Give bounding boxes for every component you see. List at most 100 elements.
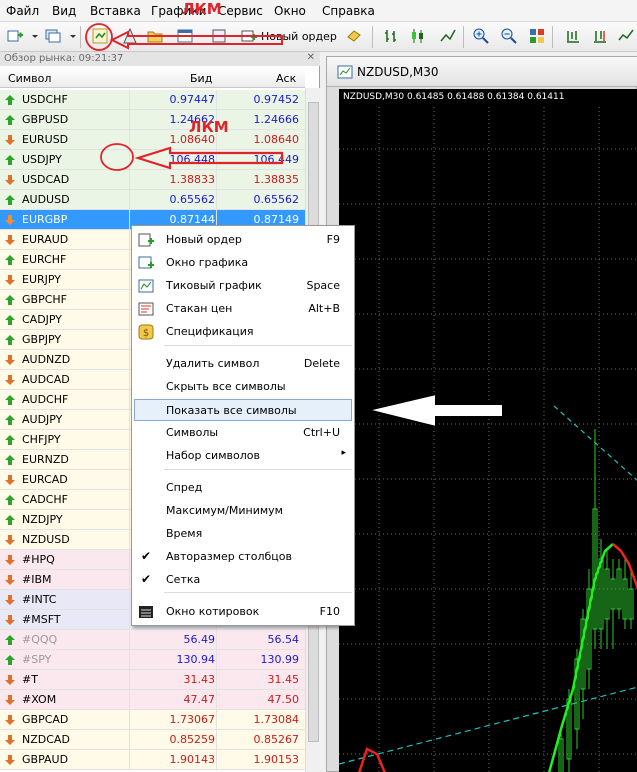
table-row[interactable]: GBPUSD 1.24662 1.24666 <box>0 110 305 130</box>
annotation-label-top: ЛКМ <box>182 0 222 18</box>
chart-window[interactable]: NZDUSD,M30 NZDUSD,M30 0.61485 0.61488 0.… <box>326 56 637 772</box>
menu-item[interactable]: $ Спецификация <box>132 321 354 343</box>
column-symbol[interactable]: Символ <box>8 72 51 85</box>
chart-shift-icon[interactable] <box>564 27 582 45</box>
arrow-down-icon <box>5 275 15 285</box>
bid-price: 1.73067 <box>169 713 216 726</box>
column-bid[interactable]: Бид <box>190 72 212 85</box>
indicators-icon[interactable] <box>617 27 635 45</box>
new-chart-icon[interactable] <box>6 27 24 45</box>
menu-item[interactable]: Время <box>132 523 354 545</box>
arrow-up-icon <box>5 495 15 505</box>
arrow-up-icon <box>5 655 15 665</box>
symbol-name: NZDJPY <box>22 513 63 526</box>
data-window-icon[interactable] <box>121 27 139 45</box>
menu-item[interactable]: ✔ Сетка <box>132 569 354 591</box>
bid-price: 31.43 <box>183 673 216 686</box>
strategy-tester-icon[interactable] <box>210 27 228 45</box>
arrow-down-icon <box>5 595 15 605</box>
menu-help[interactable]: Справка <box>322 4 375 18</box>
bid-price: 1.38833 <box>169 173 216 186</box>
menu-tools[interactable]: Сервис <box>218 4 263 18</box>
profiles-icon[interactable] <box>44 27 62 45</box>
annotation-label-left: ЛКМ <box>189 118 229 136</box>
chevron-down-icon[interactable] <box>26 27 38 45</box>
symbol-name: EURCHF <box>22 253 67 266</box>
symbol-name: GBPJPY <box>22 333 62 346</box>
menu-item[interactable]: Новый ордер F9 <box>132 229 354 251</box>
table-row[interactable]: USDCHF 0.97447 0.97452 <box>0 90 305 110</box>
price-chart[interactable]: NZDUSD,M30 0.61485 0.61488 0.61384 0.614… <box>339 89 637 772</box>
symbol-name: EURJPY <box>22 273 61 286</box>
table-row[interactable]: GBPCAD 1.73067 1.73084 <box>0 710 305 730</box>
chart-title: NZDUSD,M30 <box>357 65 439 79</box>
new-order-icon[interactable] <box>240 27 258 45</box>
menu-insert[interactable]: Вставка <box>90 4 141 18</box>
menu-item[interactable]: Максимум/Минимум <box>132 500 354 522</box>
menu-item[interactable]: Стакан цен Alt+B <box>132 298 354 320</box>
menu-item[interactable]: Символы Ctrl+U <box>132 422 354 444</box>
menu-item-label: Авторазмер столбцов <box>166 550 292 563</box>
arrow-down-icon <box>5 615 15 625</box>
menu-view[interactable]: Вид <box>52 4 76 18</box>
menu-item[interactable]: Скрыть все символы <box>132 376 354 398</box>
symbol-name: #INTC <box>22 593 57 606</box>
line-chart-icon[interactable] <box>439 27 457 45</box>
menu-item[interactable]: Спред <box>132 477 354 499</box>
menu-item-shortcut: F10 <box>319 605 340 618</box>
close-icon[interactable]: ✕ <box>307 52 315 63</box>
menu-item[interactable]: Удалить символ Delete <box>132 353 354 375</box>
arrow-up-icon <box>5 455 15 465</box>
zoom-out-icon[interactable] <box>500 27 518 45</box>
table-row[interactable]: USDJPY 106.448 106.449 <box>0 150 305 170</box>
table-row[interactable]: #XOM 47.47 47.50 <box>0 690 305 710</box>
bid-price: 0.85259 <box>169 733 216 746</box>
column-ask[interactable]: Аск <box>276 72 296 85</box>
table-row[interactable]: GBPAUD 1.90143 1.90153 <box>0 750 305 770</box>
market-watch-title: Обзор рынка: 09:21:37 <box>0 52 320 66</box>
symbol-name: #IBM <box>22 573 52 586</box>
arrow-down-icon <box>5 235 15 245</box>
table-row[interactable]: AUDUSD 0.65562 0.65562 <box>0 190 305 210</box>
ask-price: 0.85267 <box>253 733 300 746</box>
ask-price: 47.50 <box>267 693 300 706</box>
arrow-down-icon <box>5 695 15 705</box>
menu-item[interactable]: ✔ Авторазмер столбцов <box>132 546 354 568</box>
chart-window-icon <box>138 256 154 269</box>
table-row[interactable]: #T 31.43 31.45 <box>0 670 305 690</box>
table-row[interactable]: EURUSD 1.08640 1.08640 <box>0 130 305 150</box>
table-row[interactable]: USDCAD 1.38833 1.38835 <box>0 170 305 190</box>
zoom-in-icon[interactable] <box>472 27 490 45</box>
autoscroll-icon[interactable] <box>591 27 609 45</box>
ask-price: 0.97452 <box>253 93 300 106</box>
menu-window[interactable]: Окно <box>274 4 306 18</box>
checkmark-icon: ✔ <box>141 549 152 563</box>
tile-windows-icon[interactable] <box>528 27 546 45</box>
candlestick-chart-icon[interactable] <box>409 27 427 45</box>
ask-price: 1.73084 <box>253 713 300 726</box>
symbol-name: CADCHF <box>22 493 68 506</box>
table-row[interactable]: #QQQ 56.49 56.54 <box>0 630 305 650</box>
expert-advisors-icon[interactable] <box>345 27 363 45</box>
new-order-button-label[interactable]: Новый ордер <box>261 30 337 43</box>
menu-item-label: Время <box>166 527 203 540</box>
menu-item[interactable]: Окно графика <box>132 252 354 274</box>
chart-titlebar[interactable]: NZDUSD,M30 <box>327 57 637 87</box>
table-row[interactable]: #SPY 130.94 130.99 <box>0 650 305 670</box>
navigator-icon[interactable] <box>146 27 164 45</box>
menu-item[interactable]: Набор символов ▸ <box>132 445 354 467</box>
arrow-down-icon <box>5 355 15 365</box>
menu-item[interactable]: Тиковый график Space <box>132 275 354 297</box>
ask-price: 130.99 <box>260 653 300 666</box>
market-watch-icon[interactable] <box>91 27 109 45</box>
terminal-icon[interactable] <box>176 27 194 45</box>
menu-item[interactable]: Окно котировок F10 <box>132 601 354 623</box>
menu-item[interactable]: Показать все символы <box>134 399 352 421</box>
chart-window-icon <box>337 65 353 79</box>
symbol-name: EURGBP <box>22 213 68 226</box>
table-row[interactable]: NZDCAD 0.85259 0.85267 <box>0 730 305 750</box>
menu-file[interactable]: Файл <box>6 4 39 18</box>
bar-chart-icon[interactable] <box>382 27 400 45</box>
ask-price: 1.24666 <box>253 113 300 126</box>
chevron-down-icon[interactable] <box>64 27 76 45</box>
